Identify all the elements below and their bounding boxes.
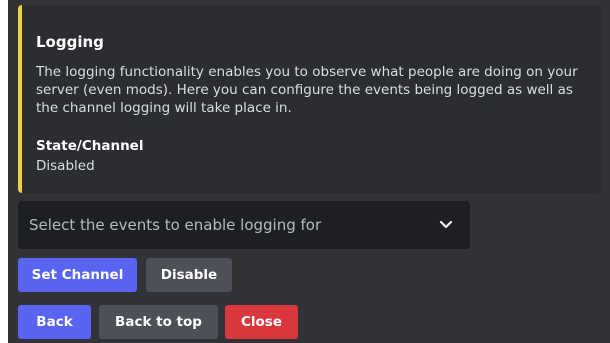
close-button[interactable]: Close [225, 305, 298, 339]
back-button[interactable]: Back [18, 305, 91, 339]
field-value: Disabled [36, 158, 95, 174]
select-placeholder: Select the events to enable logging for [29, 216, 322, 234]
embed-description: The logging functionality enables you to… [36, 64, 578, 116]
logging-embed: Logging The logging functionality enable… [18, 5, 602, 193]
field-name: State/Channel [36, 138, 144, 154]
set-channel-button[interactable]: Set Channel [18, 258, 137, 292]
embed-title: Logging [36, 33, 104, 51]
disable-button[interactable]: Disable [146, 258, 232, 292]
embed-accent-bar [18, 5, 22, 193]
chevron-down-icon [439, 220, 453, 229]
events-select[interactable]: Select the events to enable logging for [18, 201, 470, 249]
back-to-top-button[interactable]: Back to top [99, 305, 218, 339]
message-container: Logging The logging functionality enable… [8, 0, 610, 343]
